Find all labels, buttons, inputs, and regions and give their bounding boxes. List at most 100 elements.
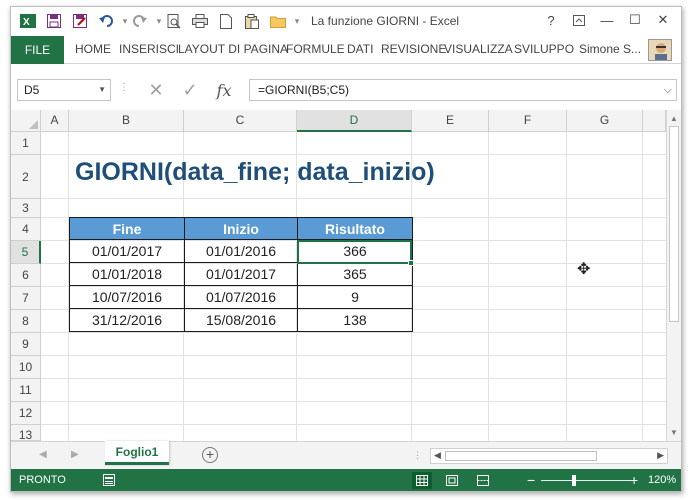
user-name[interactable]: Simone S...: [579, 36, 641, 63]
sheet-tab-foglio1[interactable]: Foglio1: [105, 441, 169, 465]
ribbon-display-options-button[interactable]: [565, 9, 593, 31]
undo-icon[interactable]: [95, 11, 117, 31]
tab-file[interactable]: FILE: [11, 36, 64, 64]
scroll-down-icon[interactable]: ▼: [670, 428, 678, 437]
help-button[interactable]: ?: [537, 9, 565, 31]
new-sheet-icon[interactable]: +: [202, 447, 218, 463]
row-header-5[interactable]: 5: [11, 241, 41, 264]
tab-home[interactable]: HOME: [75, 36, 111, 63]
open-folder-icon[interactable]: [267, 11, 289, 31]
column-header-partial[interactable]: [643, 110, 666, 132]
normal-view-icon[interactable]: [412, 472, 432, 489]
cell-fine[interactable]: 01/01/2018: [69, 262, 185, 286]
cell-cursor-icon: ✥: [577, 261, 591, 278]
print-preview-icon[interactable]: [163, 11, 185, 31]
row-header-8[interactable]: 8: [11, 310, 41, 333]
tab-formule[interactable]: FORMULE: [286, 36, 345, 63]
select-all-button[interactable]: [11, 110, 41, 132]
redo-icon[interactable]: [129, 11, 151, 31]
tab-layout-di-pagina[interactable]: LAYOUT DI PAGINA: [178, 36, 288, 63]
zoom-in-button[interactable]: +: [630, 472, 638, 488]
zoom-out-button[interactable]: −: [527, 472, 535, 488]
cell-fine[interactable]: 31/12/2016: [69, 308, 185, 332]
header-cell-fine[interactable]: Fine: [69, 217, 185, 240]
row-header-2[interactable]: 2: [11, 155, 41, 199]
column-header-g[interactable]: G: [567, 110, 643, 132]
fill-handle[interactable]: [408, 260, 414, 266]
save-icon[interactable]: [43, 11, 65, 31]
header-cell-risultato[interactable]: Risultato: [297, 217, 413, 240]
customize-toolbar-icon[interactable]: ▾: [293, 16, 301, 27]
column-header-f[interactable]: F: [489, 110, 567, 132]
scroll-up-icon[interactable]: ▲: [670, 114, 678, 123]
scroll-right-icon[interactable]: ▶: [657, 450, 664, 461]
next-sheet-icon[interactable]: ▶: [71, 449, 79, 460]
zoom-slider-thumb[interactable]: [572, 475, 576, 486]
cancel-icon[interactable]: ✕: [139, 80, 173, 101]
name-box[interactable]: D5 ▼: [17, 79, 111, 101]
new-document-icon[interactable]: [215, 11, 237, 31]
row-header-7[interactable]: 7: [11, 287, 41, 310]
row-header-11[interactable]: 11: [11, 379, 41, 402]
tab-sviluppo[interactable]: SVILUPPO: [514, 36, 574, 63]
row-header-9[interactable]: 9: [11, 333, 41, 356]
row-header-4[interactable]: 4: [11, 218, 41, 241]
insert-function-icon[interactable]: fx: [207, 81, 241, 100]
gridline: [41, 401, 666, 402]
cell-risultato[interactable]: 9: [297, 285, 413, 309]
horizontal-scroll-thumb[interactable]: [445, 451, 597, 461]
cell-risultato[interactable]: 138: [297, 308, 413, 332]
row-header-3[interactable]: 3: [11, 199, 41, 218]
tab-inserisci[interactable]: INSERISCI: [119, 36, 179, 63]
scroll-left-icon[interactable]: ◀: [434, 450, 441, 461]
row-header-6[interactable]: 6: [11, 264, 41, 287]
column-header-d[interactable]: D: [297, 110, 412, 132]
horizontal-scrollbar[interactable]: ◀ ▶: [430, 448, 668, 464]
zoom-slider[interactable]: [541, 480, 631, 481]
formula-bar-resize-handle[interactable]: ⋮: [119, 82, 129, 93]
enter-icon[interactable]: ✓: [173, 80, 207, 101]
user-avatar[interactable]: [648, 39, 672, 61]
save-as-icon[interactable]: [69, 11, 91, 31]
column-header-e[interactable]: E: [412, 110, 489, 132]
header-cell-inizio[interactable]: Inizio: [184, 217, 298, 240]
cell-fine[interactable]: 01/01/2017: [69, 239, 185, 263]
page-layout-view-icon[interactable]: [442, 472, 462, 489]
cell-inizio[interactable]: 01/01/2016: [184, 239, 298, 263]
zoom-level[interactable]: 120%: [648, 474, 676, 486]
tab-visualizza[interactable]: VISUALIZZA: [444, 36, 513, 63]
column-header-b[interactable]: B: [69, 110, 184, 132]
macro-recording-icon[interactable]: [103, 474, 115, 486]
expand-formula-bar-icon[interactable]: ⌵: [664, 80, 672, 100]
row-header-10[interactable]: 10: [11, 356, 41, 379]
cell-inizio[interactable]: 15/08/2016: [184, 308, 298, 332]
cell-fine[interactable]: 10/07/2016: [69, 285, 185, 309]
vertical-scroll-thumb[interactable]: [669, 126, 679, 322]
tab-dati[interactable]: DATI: [347, 36, 373, 63]
column-header-a[interactable]: A: [41, 110, 69, 132]
vertical-scrollbar[interactable]: ▲ ▼: [666, 110, 681, 441]
cell-inizio[interactable]: 01/01/2017: [184, 262, 298, 286]
previous-sheet-icon[interactable]: ◀: [39, 449, 47, 460]
undo-dropdown-icon[interactable]: ▾: [121, 16, 129, 27]
paste-icon[interactable]: [241, 11, 263, 31]
print-icon[interactable]: [189, 11, 211, 31]
row-header-12[interactable]: 12: [11, 402, 41, 425]
tab-split-handle[interactable]: ⋮: [413, 450, 422, 461]
formula-input[interactable]: =GIORNI(B5;C5) ⌵: [249, 79, 677, 101]
table-row: 10/07/2016 01/07/2016 9: [69, 285, 413, 309]
redo-dropdown-icon[interactable]: ▾: [155, 16, 163, 27]
row-header-1[interactable]: 1: [11, 132, 41, 155]
name-box-dropdown-icon[interactable]: ▼: [98, 80, 106, 100]
cell-inizio[interactable]: 01/07/2016: [184, 285, 298, 309]
row-header-13[interactable]: 13: [11, 425, 41, 441]
maximize-button[interactable]: ☐: [621, 9, 649, 31]
tab-revisione[interactable]: REVISIONE: [381, 36, 446, 63]
status-text: PRONTO: [19, 474, 66, 486]
page-break-view-icon[interactable]: [473, 472, 493, 489]
cell-risultato[interactable]: 365: [297, 262, 413, 286]
minimize-button[interactable]: —: [593, 9, 621, 31]
column-header-c[interactable]: C: [184, 110, 297, 132]
sheet-title-cell[interactable]: GIORNI(data_fine; data_inizio): [75, 158, 435, 187]
close-button[interactable]: ✕: [649, 9, 677, 31]
